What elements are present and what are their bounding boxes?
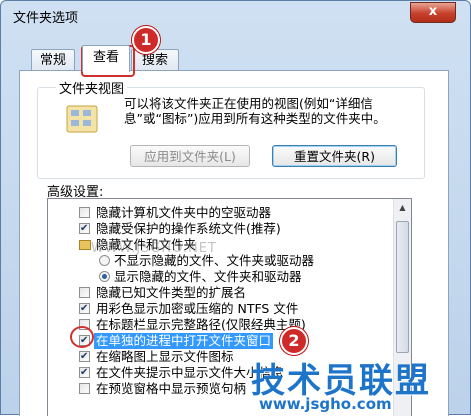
checkbox[interactable] — [79, 221, 90, 237]
close-button[interactable]: x — [410, 2, 456, 23]
window-title: 文件夹选项 — [13, 11, 79, 26]
checkbox[interactable] — [79, 349, 90, 365]
checkbox[interactable] — [79, 365, 90, 381]
title-bar: 文件夹选项 x — [1, 1, 470, 29]
list-item[interactable]: 隐藏计算机文件夹中的空驱动器 — [48, 205, 395, 221]
close-icon: x — [428, 4, 438, 19]
radio-button[interactable] — [99, 255, 110, 266]
folder-view-label: 文件夹视图 — [56, 78, 128, 97]
radio-button[interactable] — [99, 271, 110, 282]
reset-folders-button[interactable]: 重置文件夹(R) — [272, 145, 397, 167]
list-item[interactable]: 用彩色显示加密或压缩的 NTFS 文件 — [48, 301, 395, 317]
folder-options-dialog: 文件夹选项 x 常规 查看 搜索 文件夹视图 可以将该文件夹正在使用的视图(例如… — [0, 0, 471, 416]
brand-url: www.jsgho.com — [259, 395, 392, 413]
watermark-text: WWW.JSGHO.NET — [91, 241, 217, 256]
checkbox[interactable] — [79, 383, 90, 394]
list-item-selected[interactable]: 在单独的进程中打开文件夹窗口 — [48, 333, 395, 349]
checkbox[interactable] — [79, 287, 90, 298]
checkbox-highlight-ring — [70, 326, 94, 348]
list-item[interactable]: 显示隐藏的文件、文件夹和驱动器 — [48, 269, 395, 285]
list-item[interactable]: 在标题栏显示完整路径(仅限经典主题) — [48, 317, 395, 333]
list-item[interactable]: 隐藏已知文件类型的扩展名 — [48, 285, 395, 301]
folder-icon — [79, 240, 91, 250]
step-marker-1: 1 — [132, 26, 160, 54]
scroll-up-icon[interactable]: ▲ — [394, 199, 411, 216]
folder-view-icon — [65, 104, 99, 134]
checkbox[interactable] — [79, 301, 90, 317]
folder-view-description: 可以将该文件夹正在使用的视图(例如“详细信息”或“图标”)应用到所有这种类型的文… — [124, 96, 386, 126]
list-item[interactable]: 隐藏受保护的操作系统文件(推荐) — [48, 221, 395, 237]
step-marker-2: 2 — [280, 327, 308, 355]
checkbox[interactable] — [79, 207, 90, 218]
tab-view[interactable]: 查看 — [82, 45, 130, 72]
scroll-thumb[interactable] — [396, 221, 409, 353]
tab-general[interactable]: 常规 — [31, 49, 75, 71]
apply-to-folders-button[interactable]: 应用到文件夹(L) — [130, 145, 250, 167]
tab-search[interactable]: 搜索 — [131, 49, 179, 71]
